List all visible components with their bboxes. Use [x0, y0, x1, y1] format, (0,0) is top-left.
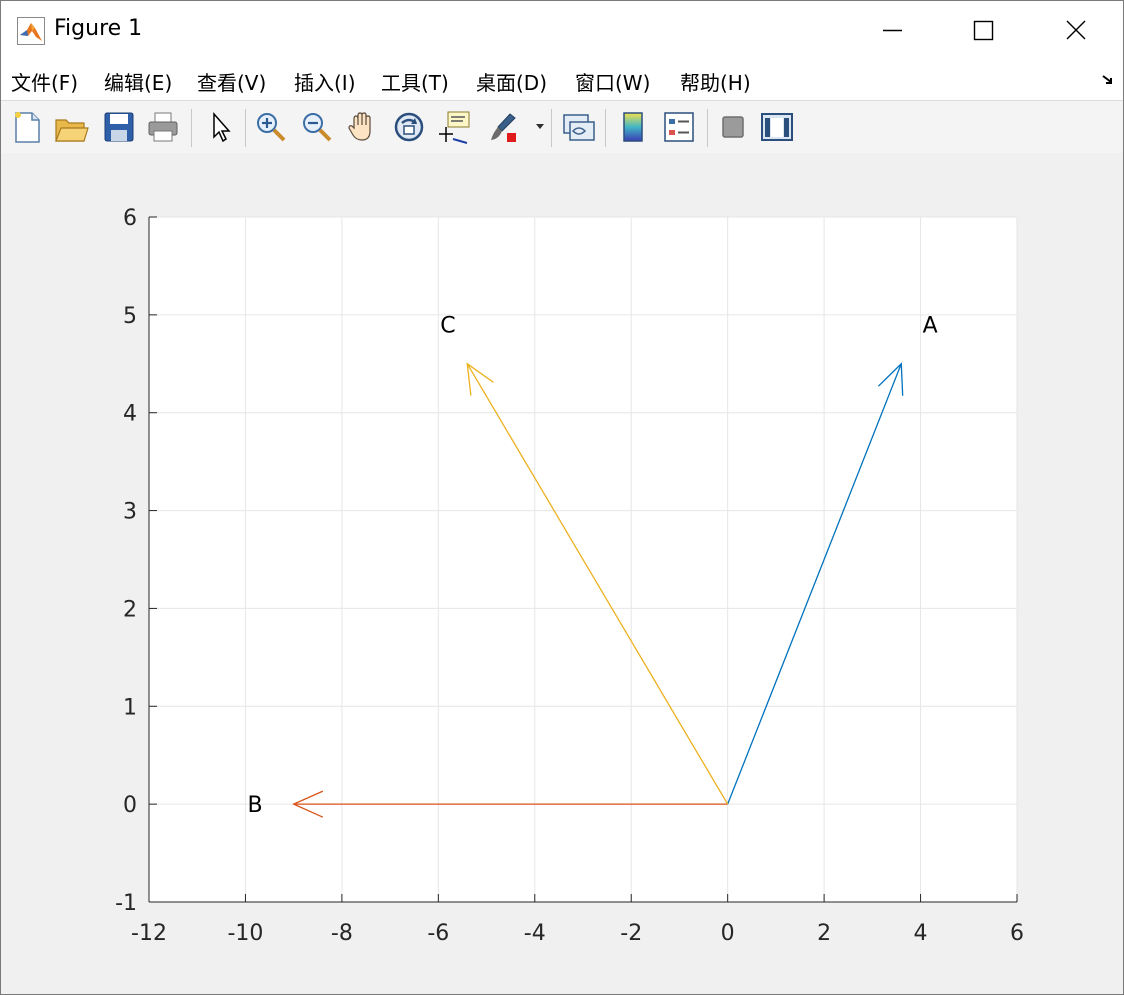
zoom-in-button[interactable] — [253, 109, 289, 145]
legend-button[interactable] — [661, 109, 697, 145]
menu-help[interactable]: 帮助(H) — [680, 67, 751, 96]
colorbar-button[interactable] — [615, 109, 651, 145]
edit-plot-button[interactable] — [203, 109, 239, 145]
menu-desktop[interactable]: 桌面(D) — [476, 67, 547, 96]
rotate-3d-icon — [394, 112, 424, 142]
vector-label-b: B — [248, 793, 263, 818]
y-tick-label: 6 — [123, 206, 137, 231]
show-plot-tools-button[interactable] — [759, 109, 795, 145]
minimize-icon — [883, 29, 902, 32]
menu-bar: 文件(F) 编辑(E) 查看(V) 插入(I) 工具(T) 桌面(D) 窗口(W… — [1, 59, 1123, 100]
y-tick-label: 4 — [123, 402, 137, 427]
y-tick-label: 1 — [123, 695, 137, 720]
brush-icon — [491, 113, 516, 142]
menu-tools[interactable]: 工具(T) — [381, 67, 449, 96]
window-title: Figure 1 — [54, 16, 143, 41]
x-tick-label: -10 — [227, 921, 263, 946]
show-plot-tools-icon — [761, 113, 793, 141]
toolbar-separator — [551, 109, 552, 147]
open-file-icon — [55, 119, 89, 142]
save-button[interactable] — [101, 109, 137, 145]
colorbar-icon — [623, 112, 643, 142]
hide-plot-tools-icon — [722, 116, 744, 138]
quiver-plot[interactable]: -12 -10 -8 -6 -4 -2 0 2 4 6-10123456 ABC — [1, 153, 1123, 994]
x-tick-label: -6 — [427, 921, 449, 946]
menu-file[interactable]: 文件(F) — [11, 67, 78, 96]
x-tick-label: 2 — [817, 921, 831, 946]
maximize-icon — [973, 20, 994, 41]
link-plot-button[interactable] — [561, 109, 597, 145]
zoom-in-icon — [257, 113, 286, 142]
hide-plot-tools-button[interactable] — [715, 109, 751, 145]
y-tick-label: 3 — [123, 500, 137, 525]
title-bar[interactable]: Figure 1 — [1, 1, 1123, 59]
vector-label-a: A — [923, 314, 938, 339]
figure-canvas[interactable]: -12 -10 -8 -6 -4 -2 0 2 4 6 -1 0 1 2 3 4 5 6 ABC — [1, 153, 1123, 994]
data-cursor-button[interactable] — [437, 109, 473, 145]
y-tick-label: 5 — [123, 304, 137, 329]
x-tick-label: 6 — [1010, 921, 1024, 946]
menu-edit[interactable]: 编辑(E) — [104, 67, 172, 96]
zoom-out-icon — [303, 113, 332, 142]
menu-view[interactable]: 查看(V) — [197, 67, 266, 96]
y-tick-label: 2 — [123, 597, 137, 622]
pan-button[interactable] — [345, 109, 381, 145]
toolbar-separator — [707, 109, 708, 147]
x-tick-label: 4 — [914, 921, 928, 946]
legend-icon — [664, 112, 694, 142]
chevron-down-icon[interactable] — [535, 123, 545, 131]
matlab-logo-icon — [17, 17, 45, 45]
figure-window: Figure 1 文件(F) 编辑(E) 查看(V) 插入(I) 工具(T) 桌… — [0, 0, 1124, 995]
vector-label-c: C — [440, 314, 455, 339]
pan-hand-icon — [348, 112, 371, 141]
x-tick-label: 0 — [721, 921, 735, 946]
link-plot-icon — [563, 114, 595, 141]
data-cursor-icon — [439, 111, 470, 144]
toolbar-separator — [605, 109, 606, 147]
toolbar-separator — [245, 109, 246, 147]
x-tick-label: -12 — [131, 921, 167, 946]
y-tick-label: -1 — [115, 891, 137, 916]
menu-insert[interactable]: 插入(I) — [294, 67, 356, 96]
close-button[interactable] — [1031, 1, 1123, 59]
new-figure-button[interactable] — [9, 109, 45, 145]
close-icon — [1066, 20, 1086, 40]
new-figure-icon — [15, 112, 40, 143]
brush-button[interactable] — [485, 109, 521, 145]
menu-window[interactable]: 窗口(W) — [575, 67, 650, 96]
minimize-button[interactable] — [847, 1, 939, 59]
print-icon — [148, 112, 178, 142]
edit-plot-arrow-icon — [213, 112, 231, 143]
x-tick-label: -4 — [524, 921, 546, 946]
open-file-button[interactable] — [53, 109, 89, 145]
dock-arrow-icon[interactable] — [1101, 73, 1115, 87]
save-icon — [104, 112, 134, 142]
maximize-button[interactable] — [939, 1, 1031, 59]
x-tick-label: -2 — [620, 921, 642, 946]
figure-toolbar — [1, 100, 1123, 154]
rotate-3d-button[interactable] — [391, 109, 427, 145]
toolbar-separator — [191, 109, 192, 147]
y-tick-label: 0 — [123, 793, 137, 818]
zoom-out-button[interactable] — [299, 109, 335, 145]
print-button[interactable] — [145, 109, 181, 145]
x-tick-label: -8 — [331, 921, 353, 946]
